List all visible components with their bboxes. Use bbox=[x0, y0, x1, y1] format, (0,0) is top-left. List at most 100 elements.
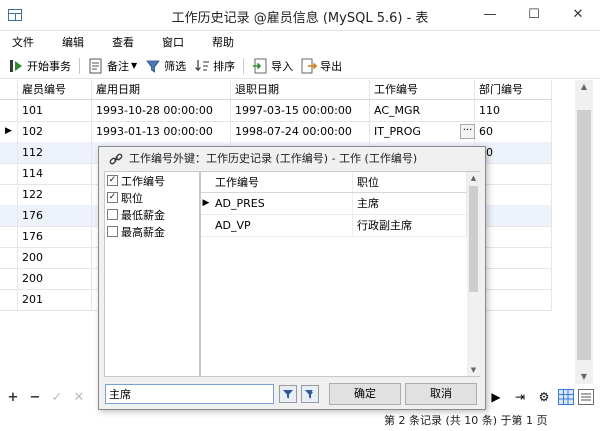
table-cell[interactable]: 0 bbox=[475, 163, 552, 184]
checkbox-unchecked-icon[interactable] bbox=[107, 226, 118, 237]
scroll-up-arrow-icon[interactable]: ▲ bbox=[575, 80, 593, 94]
field-option-label: 最低薪金 bbox=[121, 208, 165, 222]
table-cell[interactable]: 60 bbox=[475, 121, 552, 142]
field-option-label: 最高薪金 bbox=[121, 225, 165, 239]
field-option[interactable]: 最高薪金 bbox=[105, 223, 199, 240]
column-header[interactable]: 工作编号 bbox=[211, 172, 353, 192]
filter-label: 筛选 bbox=[164, 59, 187, 73]
ok-button[interactable]: 确定 bbox=[329, 383, 401, 405]
table-cell[interactable]: 0 bbox=[475, 289, 552, 310]
menu-file[interactable]: 文件 bbox=[12, 34, 34, 50]
scroll-down-arrow-icon[interactable]: ▼ bbox=[575, 370, 593, 384]
table-cell[interactable]: 0 bbox=[475, 226, 552, 247]
menu-bar: 文件 编辑 查看 窗口 帮助 bbox=[0, 31, 600, 52]
status-bar: 第 2 条记录 (共 10 条) 于第 1 页 bbox=[0, 410, 600, 431]
export-button[interactable]: 导出 bbox=[301, 58, 342, 74]
row-indicator bbox=[201, 215, 211, 236]
add-record-button[interactable]: + bbox=[4, 390, 22, 405]
memo-button[interactable]: 备注 ▼ bbox=[88, 58, 137, 74]
field-option[interactable]: ✓ 职位 bbox=[105, 189, 199, 206]
ref-row-current[interactable]: ▶ AD_PRES 主席 bbox=[201, 193, 467, 215]
table-cell[interactable]: AC_MGR bbox=[370, 100, 475, 121]
table-cell[interactable]: 114 bbox=[18, 163, 92, 184]
column-header[interactable]: 雇用日期 bbox=[92, 80, 231, 99]
record-status-text: 第 2 条记录 (共 10 条) 于第 1 页 bbox=[384, 414, 548, 427]
delete-record-button[interactable]: − bbox=[26, 390, 44, 405]
filter-button[interactable]: 筛选 bbox=[145, 58, 186, 74]
menu-window[interactable]: 窗口 bbox=[162, 34, 184, 50]
discard-changes-button[interactable]: ✕ bbox=[70, 390, 88, 405]
table-cell[interactable]: 0 bbox=[475, 184, 552, 205]
column-header[interactable]: 职位 bbox=[353, 172, 467, 192]
table-cell[interactable]: 122 bbox=[18, 184, 92, 205]
checkbox-checked-icon[interactable]: ✓ bbox=[107, 192, 118, 203]
table-cell[interactable]: 主席 bbox=[353, 193, 467, 214]
table-cell[interactable]: 102 bbox=[18, 121, 92, 142]
ref-header-row: 工作编号 职位 bbox=[201, 172, 467, 193]
last-record-icon[interactable]: ⇥ bbox=[510, 388, 530, 406]
maximize-button[interactable]: ☐ bbox=[512, 0, 556, 31]
checkbox-checked-icon[interactable]: ✓ bbox=[107, 175, 118, 186]
minimize-button[interactable]: — bbox=[468, 0, 512, 31]
apply-changes-button[interactable]: ✓ bbox=[48, 390, 66, 405]
table-cell[interactable]: 201 bbox=[18, 289, 92, 310]
table-cell[interactable]: 112 bbox=[18, 142, 92, 163]
table-cell[interactable]: 0 bbox=[475, 205, 552, 226]
field-option[interactable]: 最低薪金 bbox=[105, 206, 199, 223]
table-cell[interactable]: 1993-01-13 00:00:00 bbox=[92, 121, 231, 142]
column-header[interactable]: 部门编号 bbox=[475, 80, 552, 99]
ref-vertical-scrollbar[interactable]: ▲ ▼ bbox=[467, 172, 480, 376]
sort-button[interactable]: 排序 bbox=[194, 58, 235, 74]
row-indicator bbox=[0, 289, 18, 310]
table-cell[interactable]: 200 bbox=[18, 268, 92, 289]
column-header[interactable]: 工作编号 bbox=[370, 80, 475, 99]
table-cell[interactable]: 10 bbox=[475, 142, 552, 163]
clear-filter-icon[interactable] bbox=[301, 385, 319, 403]
ref-row[interactable]: AD_VP 行政副主席 bbox=[201, 215, 467, 237]
cancel-button[interactable]: 取消 bbox=[405, 383, 477, 405]
scroll-up-arrow-icon[interactable]: ▲ bbox=[467, 172, 480, 184]
settings-gear-icon[interactable]: ⚙ bbox=[534, 388, 554, 406]
table-cell[interactable]: 1998-07-24 00:00:00 bbox=[231, 121, 370, 142]
grid-vertical-scrollbar[interactable]: ▲ ▼ bbox=[575, 80, 593, 384]
table-cell[interactable]: 1997-03-15 00:00:00 bbox=[231, 100, 370, 121]
table-cell[interactable]: 101 bbox=[18, 100, 92, 121]
begin-transaction-button[interactable]: 开始事务 bbox=[8, 58, 71, 74]
import-button[interactable]: 导入 bbox=[252, 58, 293, 74]
menu-view[interactable]: 查看 bbox=[112, 34, 134, 50]
next-record-icon[interactable]: ▶ bbox=[486, 388, 506, 406]
transaction-icon bbox=[8, 58, 24, 74]
table-cell[interactable]: 1993-10-28 00:00:00 bbox=[92, 100, 231, 121]
table-cell[interactable]: AD_VP bbox=[211, 215, 353, 236]
table-cell[interactable]: 176 bbox=[18, 205, 92, 226]
column-header[interactable]: 退职日期 bbox=[231, 80, 370, 99]
import-icon bbox=[252, 58, 268, 74]
filter-icon bbox=[145, 58, 161, 74]
grid-view-icon[interactable] bbox=[558, 389, 574, 405]
row-indicator bbox=[0, 163, 18, 184]
column-header[interactable]: 雇员编号 bbox=[18, 80, 92, 99]
table-cell[interactable]: AD_PRES bbox=[211, 193, 353, 214]
scrollbar-thumb[interactable] bbox=[469, 186, 478, 292]
scroll-down-arrow-icon[interactable]: ▼ bbox=[467, 364, 480, 376]
table-cell[interactable]: 0 bbox=[475, 247, 552, 268]
table-cell[interactable]: 行政副主席 bbox=[353, 215, 467, 236]
current-row-arrow-icon: ▶ bbox=[0, 121, 18, 142]
field-option[interactable]: ✓ 工作编号 bbox=[105, 172, 199, 189]
table-row[interactable]: 101 1993-10-28 00:00:00 1997-03-15 00:00… bbox=[0, 100, 552, 122]
foreign-key-lookup-button[interactable]: ··· bbox=[460, 124, 475, 139]
table-row-current[interactable]: ▶ 102 1993-01-13 00:00:00 1998-07-24 00:… bbox=[0, 121, 552, 143]
filter-funnel-icon[interactable] bbox=[279, 385, 297, 403]
form-view-icon[interactable] bbox=[578, 389, 594, 405]
checkbox-unchecked-icon[interactable] bbox=[107, 209, 118, 220]
scrollbar-thumb[interactable] bbox=[577, 110, 591, 360]
table-cell[interactable]: 176 bbox=[18, 226, 92, 247]
chevron-down-icon[interactable]: ▼ bbox=[131, 61, 137, 70]
table-cell[interactable]: 110 bbox=[475, 100, 552, 121]
menu-help[interactable]: 帮助 bbox=[212, 34, 234, 50]
menu-edit[interactable]: 编辑 bbox=[62, 34, 84, 50]
table-cell[interactable]: 0 bbox=[475, 268, 552, 289]
close-button[interactable]: ✕ bbox=[556, 0, 600, 31]
search-input[interactable] bbox=[105, 384, 274, 404]
table-cell[interactable]: 200 bbox=[18, 247, 92, 268]
